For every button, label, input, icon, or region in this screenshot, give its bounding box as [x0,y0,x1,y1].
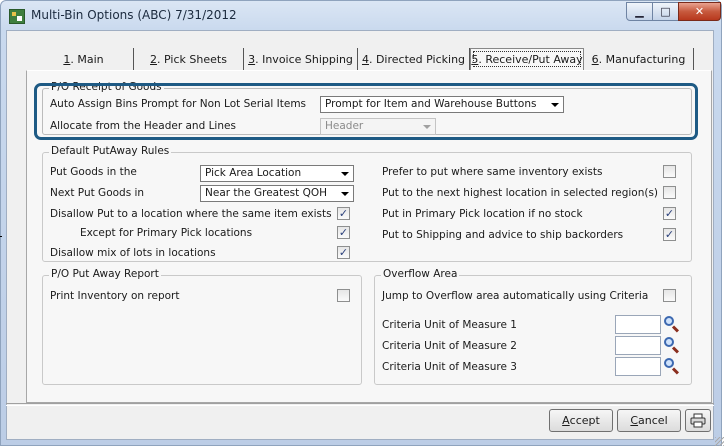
overflow-area-group-title: Overflow Area [381,268,460,280]
put-goods-select[interactable]: Pick Area Location [200,165,354,182]
chevron-down-icon [341,172,349,176]
criteria2-lookup-button[interactable] [664,337,680,355]
close-button[interactable]: ✕ [678,2,721,21]
print-button[interactable] [685,409,711,432]
cancel-button[interactable]: Cancel [617,409,681,432]
tab-key: 3 [248,52,256,66]
tab-manufacturing[interactable]: 6. Manufacturing [584,48,694,70]
jump-overflow-checkbox[interactable] [663,289,676,302]
magnifier-icon [664,316,674,326]
criteria3-label: Criteria Unit of Measure 3 [382,361,517,373]
minimize-button[interactable]: ▁ [626,2,653,21]
prefer-same-label: Prefer to put where same inventory exist… [382,166,603,178]
except-primary-checkbox[interactable]: ✓ [337,226,350,239]
criteria1-input[interactable] [615,315,661,334]
criteria3-input[interactable] [615,357,661,376]
disallow-mix-checkbox[interactable]: ✓ [337,246,350,259]
next-put-label: Next Put Goods in [50,187,145,199]
highlight-annotation-box [34,83,698,140]
cancel-key: C [630,414,639,427]
criteria2-input[interactable] [615,336,661,355]
accept-button[interactable]: Accept [549,409,613,432]
next-put-value: Near the Greatest QOH [205,187,328,199]
putaway-rules-group-title: Default PutAway Rules [49,145,172,157]
tab-label: . Invoice Shipping [255,52,353,66]
tab-invoice-shipping[interactable]: 3. Invoice Shipping [244,48,358,70]
put-goods-value: Pick Area Location [205,167,302,179]
tab-label: . Manufacturing [598,52,686,66]
stray-mark [0,236,2,237]
criteria3-lookup-button[interactable] [664,358,680,376]
accept-label: ccept [569,414,600,427]
magnifier-icon [664,358,674,368]
tab-receive-put-away[interactable]: 5. Receive/Put Away [470,48,584,70]
accept-key: A [562,414,570,427]
shipping-label: Put to Shipping and advice to ship backo… [382,229,624,241]
button-bar-separator [6,403,714,406]
tab-key: 2 [150,52,158,66]
criteria2-label: Criteria Unit of Measure 2 [382,340,517,352]
next-highest-checkbox[interactable] [663,186,676,199]
primary-pick-checkbox[interactable]: ✓ [663,207,676,220]
cancel-label: ancel [638,414,668,427]
criteria1-label: Criteria Unit of Measure 1 [382,319,517,331]
next-highest-label: Put to the next highest location in sele… [382,187,659,199]
jump-overflow-label: Jump to Overflow area automatically usin… [382,290,649,302]
tab-label: . Main [70,52,104,66]
tab-pick-sheets[interactable]: 2. Pick Sheets [134,48,244,70]
disallow-same-label: Disallow Put to a location where the sam… [50,208,332,220]
criteria1-lookup-button[interactable] [664,316,680,334]
tab-key: 1 [63,52,71,66]
resize-grip[interactable] [715,437,724,446]
tab-strip: 1. Main 2. Pick Sheets 3. Invoice Shippi… [34,48,694,70]
putaway-report-group-title: P/O Put Away Report [49,268,161,280]
put-goods-label: Put Goods in the [50,166,137,178]
tab-label: . Directed Picking [368,52,466,66]
shipping-checkbox[interactable]: ✓ [663,228,676,241]
tab-key: 6 [591,52,599,66]
chevron-down-icon [341,192,349,196]
maximize-icon: □ [660,5,671,18]
tab-directed-picking[interactable]: 4. Directed Picking [358,48,470,70]
tab-key: 4 [361,52,369,66]
magnifier-icon [664,337,674,347]
tab-key: 5 [471,53,479,66]
window-title: Multi-Bin Options (ABC) 7/31/2012 [31,8,237,22]
close-icon: ✕ [694,5,705,18]
disallow-mix-label: Disallow mix of lots in locations [50,247,216,259]
next-put-select[interactable]: Near the Greatest QOH [200,185,354,202]
minimize-icon: ▁ [635,5,644,18]
disallow-same-checkbox[interactable]: ✓ [337,207,350,220]
print-inventory-label: Print Inventory on report [50,290,180,302]
tab-main[interactable]: 1. Main [34,48,134,70]
prefer-same-checkbox[interactable] [663,165,676,178]
maximize-button[interactable]: □ [652,2,679,21]
primary-pick-label: Put in Primary Pick location if no stock [382,208,583,220]
tab-label: . Pick Sheets [157,52,227,66]
title-bar[interactable]: Multi-Bin Options (ABC) 7/31/2012 ▁ □ ✕ [1,1,721,31]
print-inventory-checkbox[interactable] [337,289,350,302]
except-primary-label: Except for Primary Pick locations [80,227,253,239]
app-icon [9,9,25,24]
printer-icon [690,413,706,428]
tab-label: . Receive/Put Away [478,53,583,66]
